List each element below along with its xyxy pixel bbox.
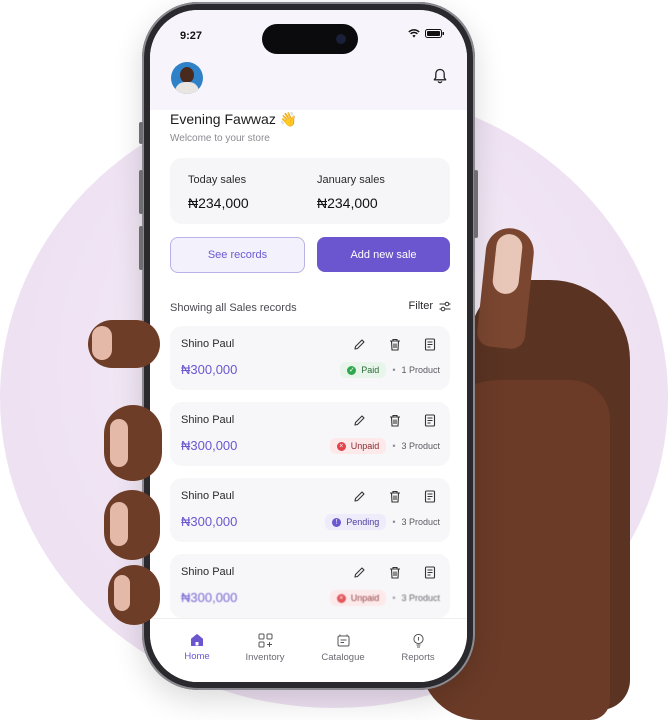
- separator-dot: •: [392, 365, 396, 375]
- finger: [88, 320, 160, 368]
- sales-summary-card: Today sales ₦234,000 January sales ₦234,…: [170, 158, 450, 224]
- record-actions: [353, 338, 436, 351]
- grid-plus-icon: [258, 633, 272, 648]
- customer-name: Shino Paul: [181, 414, 235, 426]
- edit-icon[interactable]: [353, 338, 366, 351]
- record-actions: [353, 414, 436, 427]
- status-badge: ! Pending: [325, 514, 387, 530]
- nav-home-label: Home: [184, 651, 210, 662]
- add-new-sale-button[interactable]: Add new sale: [317, 237, 450, 272]
- edit-icon[interactable]: [353, 566, 366, 579]
- month-sales-value: ₦234,000: [317, 195, 378, 211]
- status-icons: [408, 29, 445, 38]
- edit-icon[interactable]: [353, 490, 366, 503]
- sale-amount: ₦300,000: [181, 590, 238, 605]
- battery-icon: [425, 29, 444, 38]
- status-time: 9:27: [180, 30, 203, 42]
- record-actions: [353, 566, 436, 579]
- see-records-button[interactable]: See records: [170, 237, 305, 273]
- customer-name: Shino Paul: [181, 566, 235, 578]
- app-screen: 9:27 Evening Fawwaz 👋 Welcome to your st…: [150, 10, 467, 682]
- trash-icon[interactable]: [389, 490, 401, 503]
- info-icon: !: [332, 517, 342, 527]
- status-text: Paid: [361, 365, 380, 375]
- sale-record-card[interactable]: Shino Paul ₦300,000 ! Pending • 3 Product: [170, 478, 450, 542]
- wifi-icon: [408, 29, 420, 38]
- status-text: Pending: [346, 517, 380, 527]
- status-text: Unpaid: [350, 441, 380, 451]
- sale-record-card[interactable]: Shino Paul ₦300,000 × Unpaid • 3 Product: [170, 554, 450, 618]
- status-badge: × Unpaid: [329, 438, 387, 454]
- finger: [108, 565, 160, 625]
- nav-reports[interactable]: Reports: [383, 633, 453, 663]
- trash-icon[interactable]: [389, 338, 401, 351]
- x-icon: ×: [336, 593, 346, 603]
- sale-amount: ₦300,000: [181, 362, 238, 377]
- separator-dot: •: [392, 517, 396, 527]
- greeting: Evening Fawwaz 👋: [170, 111, 298, 127]
- nav-reports-label: Reports: [401, 652, 435, 663]
- phone-power-button: [474, 170, 478, 238]
- bell-icon[interactable]: [433, 68, 447, 84]
- trash-icon[interactable]: [389, 566, 401, 579]
- finger: [104, 490, 160, 560]
- phone-volume-up: [139, 170, 143, 214]
- product-count: 1 Product: [401, 365, 440, 375]
- filter-button[interactable]: Filter: [409, 300, 451, 312]
- catalogue-icon: [337, 634, 349, 647]
- record-status-row: × Unpaid • 3 Product: [329, 438, 440, 454]
- record-status-row: × Unpaid • 3 Product: [329, 590, 440, 606]
- nav-inventory-label: Inventory: [245, 652, 285, 663]
- lightbulb-icon: [412, 633, 424, 648]
- nav-catalogue-label: Catalogue: [321, 652, 365, 663]
- product-count: 3 Product: [401, 517, 440, 527]
- sliders-icon: [439, 301, 451, 311]
- edit-icon[interactable]: [353, 414, 366, 427]
- product-count: 3 Product: [401, 593, 440, 603]
- nav-inventory[interactable]: Inventory: [230, 633, 300, 663]
- receipt-icon[interactable]: [424, 338, 436, 351]
- month-sales-label: January sales: [317, 174, 385, 186]
- record-status-row: ! Pending • 3 Product: [325, 514, 440, 530]
- status-text: Unpaid: [350, 593, 380, 603]
- avatar[interactable]: [171, 62, 203, 94]
- sale-amount: ₦300,000: [181, 438, 238, 453]
- today-sales-label: Today sales: [188, 174, 247, 186]
- sale-record-card[interactable]: Shino Paul ₦300,000 ✓ Paid • 1 Product: [170, 326, 450, 390]
- record-actions: [353, 490, 436, 503]
- finger: [104, 405, 162, 481]
- status-badge: × Unpaid: [329, 590, 387, 606]
- dynamic-island: [262, 24, 358, 54]
- sale-amount: ₦300,000: [181, 514, 238, 529]
- phone-side-button: [139, 122, 143, 144]
- receipt-icon[interactable]: [424, 566, 436, 579]
- today-sales-value: ₦234,000: [188, 195, 249, 211]
- bottom-navigation: Home Inventory Catalogue Reports: [150, 618, 467, 682]
- status-badge: ✓ Paid: [340, 362, 387, 378]
- filter-label: Filter: [408, 300, 433, 312]
- home-icon: [191, 634, 203, 646]
- nav-home[interactable]: Home: [162, 633, 232, 662]
- separator-dot: •: [392, 441, 396, 451]
- customer-name: Shino Paul: [181, 338, 235, 350]
- x-icon: ×: [336, 441, 346, 451]
- product-count: 3 Product: [401, 441, 440, 451]
- customer-name: Shino Paul: [181, 490, 235, 502]
- sale-record-card[interactable]: Shino Paul ₦300,000 × Unpaid • 3 Product: [170, 402, 450, 466]
- trash-icon[interactable]: [389, 414, 401, 427]
- separator-dot: •: [392, 593, 396, 603]
- welcome-subtitle: Welcome to your store: [170, 133, 270, 144]
- receipt-icon[interactable]: [424, 414, 436, 427]
- check-icon: ✓: [347, 365, 357, 375]
- record-status-row: ✓ Paid • 1 Product: [340, 362, 440, 378]
- phone-volume-down: [139, 226, 143, 270]
- records-heading: Showing all Sales records: [170, 302, 297, 314]
- nav-catalogue[interactable]: Catalogue: [308, 633, 378, 663]
- receipt-icon[interactable]: [424, 490, 436, 503]
